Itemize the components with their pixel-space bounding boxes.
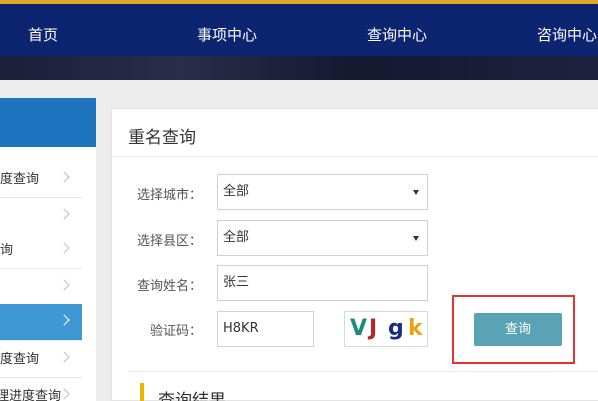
result-divider <box>128 371 598 372</box>
sidebar-item-label: 理进度查询 <box>0 389 62 401</box>
name-duplicate-query-panel: 重名查询 选择城市： 全部 选择县区： 全部 查询姓名： 张三 验证码： H8K… <box>111 108 598 401</box>
sidebar-item-label: 询 <box>0 243 14 258</box>
chevron-right-icon <box>58 279 70 291</box>
sidebar: 进度查询 询 度查询 理进度查询 <box>0 98 96 401</box>
header-banner <box>0 56 598 80</box>
chevron-right-icon <box>58 208 70 220</box>
nav-item-consult-center[interactable]: 咨询中心 <box>537 24 597 45</box>
nav-item-home[interactable]: 首页 <box>28 24 58 45</box>
nav-item-matters-center[interactable]: 事项中心 <box>197 24 257 45</box>
caret-down-icon <box>413 190 419 195</box>
name-label: 查询姓名： <box>137 279 203 294</box>
captcha-char: J <box>369 316 378 341</box>
result-accent-bar <box>140 383 144 401</box>
city-select-value: 全部 <box>223 184 250 199</box>
captcha-char: V <box>350 316 368 341</box>
caret-down-icon <box>413 236 419 241</box>
captcha-char: k <box>408 316 423 341</box>
chevron-right-icon <box>58 314 70 326</box>
city-label: 选择城市： <box>137 188 203 203</box>
result-section-title: 查询结果 <box>158 391 226 401</box>
city-select[interactable]: 全部 <box>217 174 428 210</box>
nav-item-query-center[interactable]: 查询中心 <box>367 24 427 45</box>
chevron-right-icon <box>58 351 70 363</box>
top-navigation-bar: 首页 事项中心 查询中心 咨询中心 <box>0 0 598 56</box>
sidebar-item-active[interactable] <box>0 304 82 341</box>
sidebar-item-query[interactable]: 询 <box>0 232 82 269</box>
name-input[interactable]: 张三 <box>217 265 428 301</box>
sidebar-item-2[interactable] <box>0 198 82 235</box>
district-select[interactable]: 全部 <box>217 220 428 256</box>
sidebar-item-degree-query[interactable]: 度查询 <box>0 341 82 378</box>
page-title: 重名查询 <box>128 128 196 148</box>
sidebar-item-label: 进度查询 <box>0 172 40 187</box>
highlight-box <box>452 295 575 364</box>
captcha-label: 验证码： <box>150 324 203 339</box>
captcha-image[interactable]: V J g k <box>344 311 428 347</box>
name-input-value: 张三 <box>223 275 250 290</box>
sidebar-item-processing-progress-query[interactable]: 理进度查询 <box>0 378 82 401</box>
sidebar-header <box>0 98 96 147</box>
sidebar-item-label: 度查询 <box>0 352 40 367</box>
sidebar-item-4[interactable] <box>0 269 82 306</box>
chevron-right-icon <box>58 171 70 183</box>
district-label: 选择县区： <box>137 234 203 249</box>
captcha-char: g <box>388 316 404 341</box>
chevron-right-icon <box>58 242 70 254</box>
captcha-input-value: H8KR <box>223 321 259 336</box>
sidebar-item-progress-query[interactable]: 进度查询 <box>0 161 82 198</box>
district-select-value: 全部 <box>223 230 250 245</box>
captcha-input[interactable]: H8KR <box>217 311 314 347</box>
title-divider <box>112 156 598 157</box>
